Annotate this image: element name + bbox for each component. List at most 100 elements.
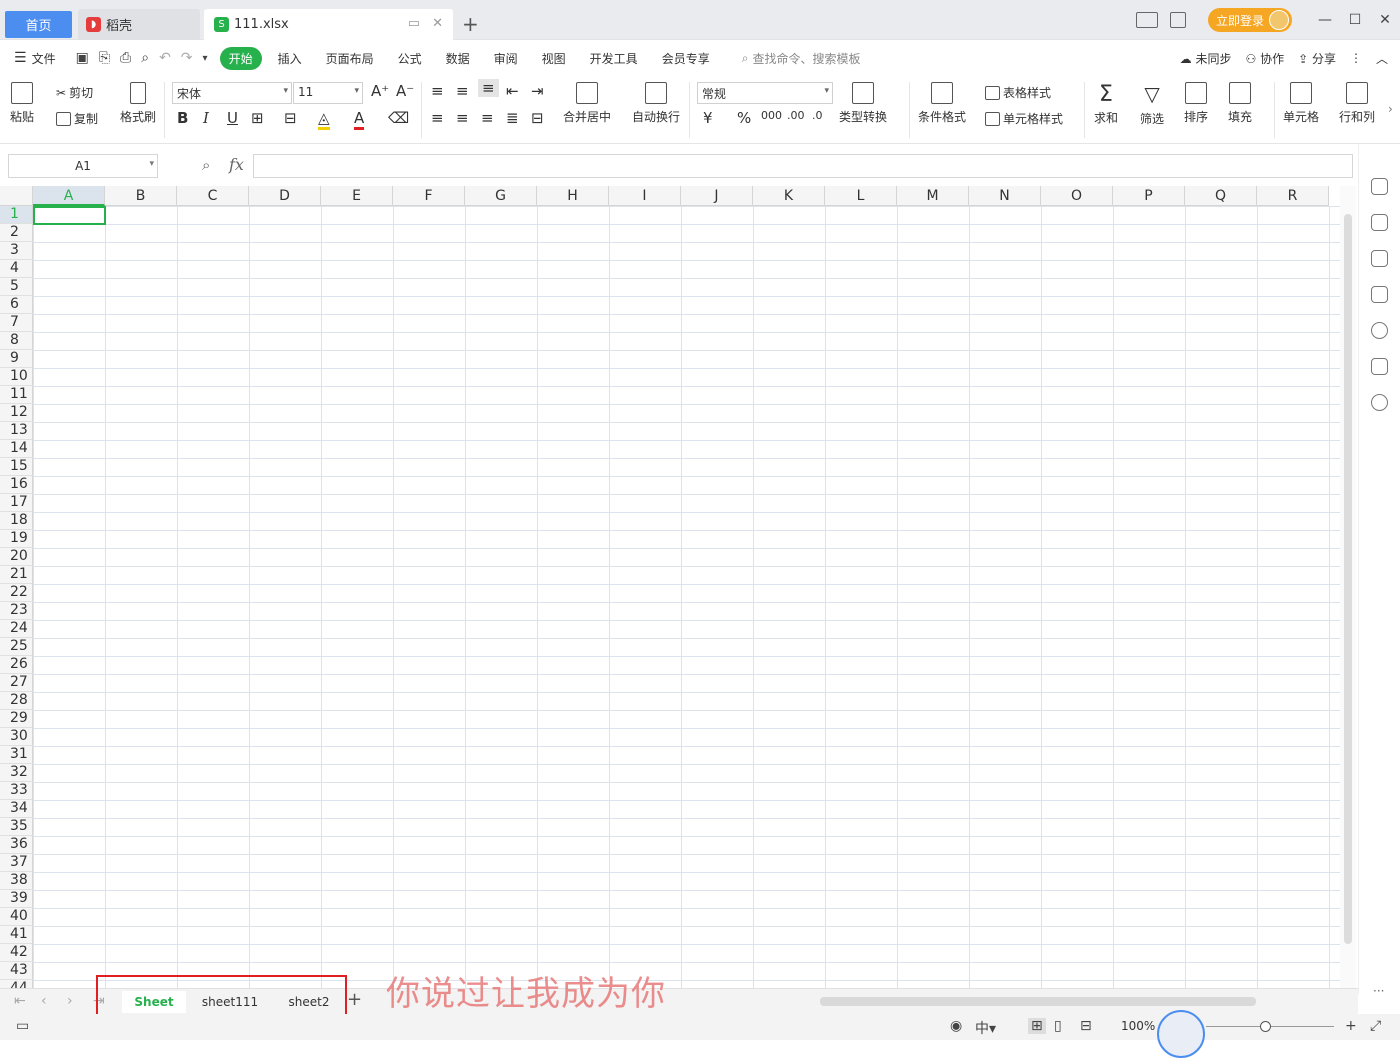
active-cell[interactable] bbox=[33, 206, 106, 225]
prev-sheet-icon[interactable]: ‹ bbox=[41, 993, 47, 1009]
align-center-icon[interactable]: ≡ bbox=[456, 109, 469, 127]
row-header[interactable]: 22 bbox=[0, 584, 33, 602]
column-header[interactable]: E bbox=[321, 186, 393, 206]
row-header[interactable]: 35 bbox=[0, 818, 33, 836]
close-window-icon[interactable]: ✕ bbox=[1370, 12, 1400, 28]
filter-button[interactable]: ▽ 筛选 bbox=[1140, 82, 1164, 127]
ribbon-tab-insert[interactable]: 插入 bbox=[278, 50, 302, 67]
zoom-in-icon[interactable]: + bbox=[1345, 1018, 1357, 1034]
justify-icon[interactable]: ≣ bbox=[506, 109, 519, 127]
ribbon-tab-view[interactable]: 视图 bbox=[542, 50, 566, 67]
cell-style-button[interactable]: 单元格样式 bbox=[985, 110, 1063, 127]
fill-button[interactable]: 填充 bbox=[1228, 82, 1252, 125]
fill-color-icon[interactable]: ◬ bbox=[318, 109, 330, 130]
border-icon[interactable]: ⊞ bbox=[251, 109, 264, 127]
copy-button[interactable]: 复制 bbox=[56, 110, 98, 127]
conditional-format-button[interactable]: 条件格式 bbox=[918, 82, 966, 125]
cell-area[interactable] bbox=[33, 206, 1340, 988]
collapse-ribbon-icon[interactable]: ︿ bbox=[1376, 50, 1388, 67]
zoom-slider-handle[interactable] bbox=[1260, 1021, 1271, 1032]
merge-center-button[interactable]: 合并居中 bbox=[563, 82, 611, 125]
row-header[interactable]: 38 bbox=[0, 872, 33, 890]
increase-font-icon[interactable]: A⁺ bbox=[371, 82, 389, 100]
column-header[interactable]: A bbox=[33, 186, 105, 206]
row-header[interactable]: 32 bbox=[0, 764, 33, 782]
tab-file[interactable]: S 111.xlsx ▭ ✕ bbox=[204, 9, 453, 40]
row-header[interactable]: 20 bbox=[0, 548, 33, 566]
minimize-icon[interactable]: — bbox=[1310, 12, 1340, 28]
bold-icon[interactable]: B bbox=[177, 109, 188, 127]
align-top-icon[interactable]: ≡ bbox=[431, 82, 444, 100]
indent-increase-icon[interactable]: ⇥ bbox=[531, 82, 544, 100]
column-header[interactable]: R bbox=[1257, 186, 1329, 206]
sum-button[interactable]: Σ 求和 bbox=[1094, 82, 1118, 126]
italic-icon[interactable]: I bbox=[203, 109, 209, 127]
column-header[interactable]: I bbox=[609, 186, 681, 206]
row-header[interactable]: 10 bbox=[0, 368, 33, 386]
row-header[interactable]: 5 bbox=[0, 278, 33, 296]
ribbon-tab-member[interactable]: 会员专享 bbox=[662, 50, 710, 67]
help-icon[interactable] bbox=[1371, 322, 1388, 339]
row-header[interactable]: 25 bbox=[0, 638, 33, 656]
row-header[interactable]: 40 bbox=[0, 908, 33, 926]
decrease-decimal-icon[interactable]: .0 bbox=[812, 109, 823, 122]
column-header[interactable]: Q bbox=[1185, 186, 1257, 206]
column-header[interactable]: M bbox=[897, 186, 969, 206]
row-header[interactable]: 44 bbox=[0, 980, 33, 988]
row-header[interactable]: 36 bbox=[0, 836, 33, 854]
lightning-icon[interactable] bbox=[1371, 394, 1388, 411]
ribbon-tab-page-layout[interactable]: 页面布局 bbox=[326, 50, 374, 67]
row-header[interactable]: 19 bbox=[0, 530, 33, 548]
transfer-icon[interactable] bbox=[1371, 286, 1388, 303]
row-header[interactable]: 43 bbox=[0, 962, 33, 980]
table-style-button[interactable]: 表格样式 bbox=[985, 84, 1051, 101]
row-header[interactable]: 41 bbox=[0, 926, 33, 944]
zoom-search-icon[interactable]: ⌕ bbox=[202, 156, 210, 174]
apps-grid-icon[interactable] bbox=[1169, 12, 1186, 28]
command-search[interactable]: ⌕ 查找命令、搜索模板 bbox=[742, 50, 861, 67]
input-method-icon[interactable]: 中▾ bbox=[975, 1018, 996, 1038]
pin-window-icon[interactable]: ▭ bbox=[408, 16, 420, 31]
rocket-icon[interactable] bbox=[1371, 178, 1388, 195]
row-header[interactable]: 18 bbox=[0, 512, 33, 530]
column-header[interactable]: K bbox=[753, 186, 825, 206]
fx-icon[interactable]: fx bbox=[229, 155, 244, 174]
tab-home[interactable]: 首页 bbox=[5, 11, 72, 38]
row-header[interactable]: 9 bbox=[0, 350, 33, 368]
maximize-icon[interactable]: ☐ bbox=[1340, 12, 1370, 28]
menu-file[interactable]: ☰ 文件 bbox=[14, 50, 56, 67]
login-button[interactable]: 立即登录 bbox=[1207, 8, 1292, 32]
row-header[interactable]: 12 bbox=[0, 404, 33, 422]
align-left-icon[interactable]: ≡ bbox=[431, 109, 444, 127]
wrap-text-button[interactable]: 自动换行 bbox=[632, 82, 680, 125]
underline-icon[interactable]: U bbox=[227, 109, 238, 127]
row-header[interactable]: 23 bbox=[0, 602, 33, 620]
collab-button[interactable]: ⚇ 协作 bbox=[1245, 50, 1284, 67]
row-header[interactable]: 4 bbox=[0, 260, 33, 278]
row-header[interactable]: 11 bbox=[0, 386, 33, 404]
page-layout-view-icon[interactable]: ▯ bbox=[1054, 1018, 1062, 1034]
row-header[interactable]: 28 bbox=[0, 692, 33, 710]
horizontal-scrollbar[interactable] bbox=[800, 995, 1320, 1007]
column-header[interactable]: G bbox=[465, 186, 537, 206]
indent-decrease-icon[interactable]: ⇤ bbox=[506, 82, 519, 100]
assistant-avatar[interactable] bbox=[1157, 1010, 1205, 1058]
row-header[interactable]: 1 bbox=[0, 206, 33, 224]
ribbon-tab-developer[interactable]: 开发工具 bbox=[590, 50, 638, 67]
increase-decimal-icon[interactable]: .00 bbox=[787, 109, 805, 122]
row-header[interactable]: 42 bbox=[0, 944, 33, 962]
column-header[interactable]: B bbox=[105, 186, 177, 206]
save-icon[interactable]: ▣ bbox=[76, 50, 89, 66]
font-color-icon[interactable]: A bbox=[354, 109, 365, 130]
eye-protection-icon[interactable]: ◉ bbox=[950, 1018, 962, 1034]
ribbon-tab-formula[interactable]: 公式 bbox=[398, 50, 422, 67]
column-header[interactable]: H bbox=[537, 186, 609, 206]
column-header[interactable]: C bbox=[177, 186, 249, 206]
horizontal-scroll-thumb[interactable] bbox=[820, 997, 1256, 1006]
type-convert-button[interactable]: 类型转换 bbox=[839, 82, 887, 125]
settings-sliders-icon[interactable] bbox=[1371, 250, 1388, 267]
column-header[interactable]: L bbox=[825, 186, 897, 206]
read-mode-icon[interactable] bbox=[1135, 12, 1158, 28]
number-format-select[interactable]: 常规 bbox=[697, 82, 833, 104]
share-button[interactable]: ⇪ 分享 bbox=[1298, 50, 1336, 67]
